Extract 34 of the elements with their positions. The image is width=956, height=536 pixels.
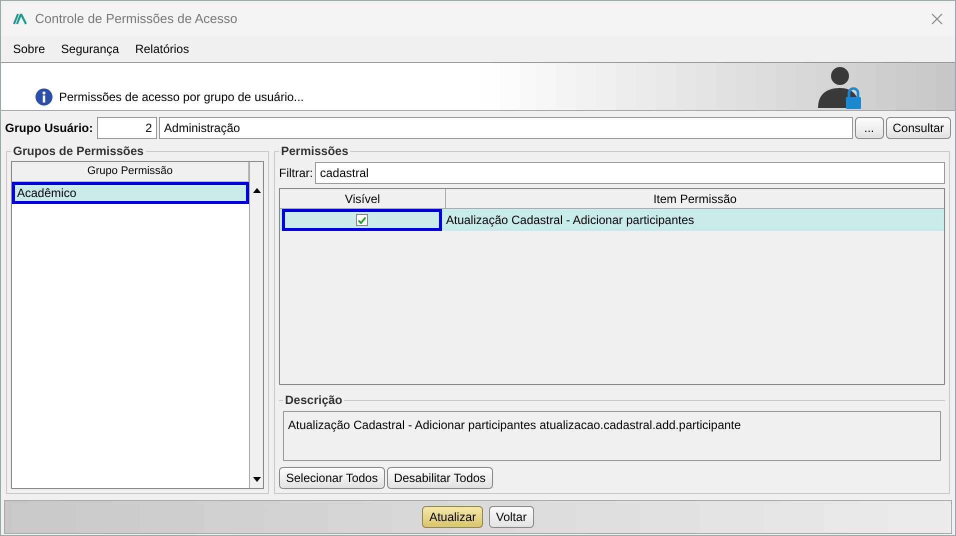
- table-cell-text: Atualização Cadastral - Adicionar participantes: [446, 212, 694, 229]
- banner-message: Permissões de acesso por grupo de usuário...: [59, 88, 304, 106]
- column-header[interactable]: Item Permissão: [446, 189, 944, 208]
- scrollbar[interactable]: [249, 162, 263, 488]
- menu-item[interactable]: Segurança: [61, 40, 120, 58]
- list-row[interactable]: Acadêmico: [12, 182, 249, 204]
- group-title: Descrição: [283, 392, 344, 408]
- menu-item[interactable]: Relatórios: [135, 40, 190, 58]
- check-icon: [358, 216, 366, 224]
- menu-item[interactable]: Sobre: [13, 40, 46, 58]
- app-logo-icon: [13, 12, 27, 24]
- info-icon: [35, 88, 53, 106]
- field-label: Grupo Usuário:: [5, 120, 94, 137]
- action-button[interactable]: Selecionar Todos: [279, 467, 385, 489]
- table-row[interactable]: Atualização Cadastral - Adicionar participantes: [280, 209, 944, 231]
- update-button[interactable]: Atualizar: [422, 506, 483, 528]
- up-arrow-icon[interactable]: [252, 188, 260, 193]
- action-button[interactable]: ...: [854, 117, 884, 139]
- field-label: Filtrar:: [279, 165, 313, 182]
- action-button[interactable]: Voltar: [489, 506, 534, 528]
- down-arrow-icon[interactable]: [252, 477, 260, 482]
- window-title: Controle de Permissões de Acesso: [35, 10, 238, 28]
- group-name-field[interactable]: Administração: [159, 117, 853, 139]
- description-box: Atualização Cadastral - Adicionar participantes atualizacao.cadastral.add.participante: [283, 411, 941, 461]
- group-code-field[interactable]: 2: [97, 117, 158, 139]
- filter-field[interactable]: cadastral: [315, 162, 945, 184]
- action-button[interactable]: Consultar: [886, 117, 951, 139]
- column-header[interactable]: Visível: [280, 189, 446, 208]
- action-button[interactable]: Desabilitar Todos: [386, 467, 493, 489]
- checkbox[interactable]: [356, 214, 368, 226]
- column-header[interactable]: Grupo Permissão: [12, 162, 249, 182]
- group-title: Grupos de Permissões: [11, 143, 146, 159]
- table-cell[interactable]: [282, 209, 442, 231]
- close-icon[interactable]: [931, 12, 943, 24]
